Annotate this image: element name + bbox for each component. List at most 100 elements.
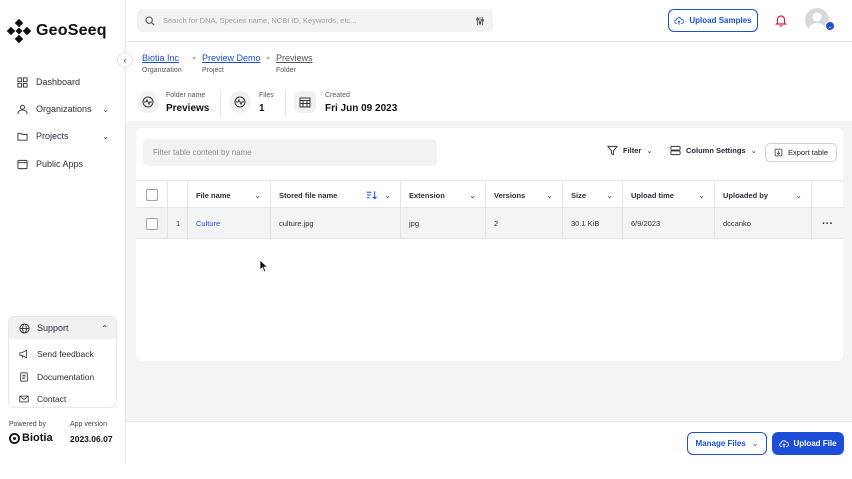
chevron-down-icon: ⌄ xyxy=(750,146,757,155)
files-label: Files xyxy=(259,92,274,99)
send-feedback-link[interactable]: Send feedback xyxy=(19,346,94,362)
folder-name-label: Folder name xyxy=(166,92,206,99)
documentation-label: Documentation xyxy=(37,372,95,382)
column-header-label: Extension xyxy=(409,190,445,200)
bell-icon[interactable] xyxy=(774,13,788,27)
chevron-down-icon[interactable]: ⌄ xyxy=(254,191,261,200)
column-header-versions[interactable]: Versions ⌄ xyxy=(486,181,563,209)
extension-cell: jpg xyxy=(401,208,486,239)
footer-actions-bar: Manage Files ⌄ Upload File xyxy=(126,421,852,463)
chevron-down-icon[interactable]: ⌄ xyxy=(606,191,613,200)
top-bar: Upload Samples ⌄ xyxy=(126,0,852,42)
search-bar[interactable] xyxy=(137,9,493,32)
sidebar-item-organizations[interactable]: Organizations ⌄ xyxy=(17,100,113,118)
biotia-brand-text: Biotia xyxy=(22,432,53,444)
column-header-label: Versions xyxy=(494,190,526,200)
send-feedback-label: Send feedback xyxy=(37,349,94,359)
upload-file-button[interactable]: Upload File xyxy=(772,432,844,455)
pulse-icon xyxy=(142,96,154,108)
sliders-icon[interactable] xyxy=(475,16,485,26)
powered-by-label: Powered by xyxy=(9,421,46,428)
column-header-upload-time[interactable]: Upload time ⌄ xyxy=(623,181,715,209)
sidebar-item-label: Projects xyxy=(36,131,69,141)
upload-samples-button[interactable]: Upload Samples xyxy=(668,9,758,32)
column-header-label: Upload time xyxy=(631,190,674,200)
uploaded-by-cell: dccanko xyxy=(715,208,812,239)
select-all-checkbox[interactable] xyxy=(145,189,158,201)
support-toggle[interactable]: Support ⌃ xyxy=(9,317,116,339)
breadcrumb-separator: ● xyxy=(266,55,271,62)
breadcrumb-organization-type: Organization xyxy=(142,67,182,74)
chevron-down-icon[interactable]: ⌄ xyxy=(546,191,553,200)
table-row[interactable]: 1 Culture culture.jpg jpg 2 30.1 KiB 6/9… xyxy=(136,208,843,239)
manage-files-button[interactable]: Manage Files ⌄ xyxy=(687,432,767,455)
chevron-down-icon[interactable]: ⌄ xyxy=(795,191,802,200)
breadcrumb-project-type: Project xyxy=(202,67,224,74)
geoseeq-logo-icon[interactable] xyxy=(7,19,31,43)
export-table-label: Export table xyxy=(787,148,829,157)
column-header-stored-file-name[interactable]: Stored file name ⌄ xyxy=(271,181,401,209)
chevron-down-icon: ⌄ xyxy=(646,146,653,155)
versions-cell: 2 xyxy=(486,208,563,239)
chevron-up-icon: ⌃ xyxy=(101,323,108,333)
breadcrumb-folder[interactable]: Previews xyxy=(276,53,313,63)
sidebar-item-dashboard[interactable]: Dashboard xyxy=(17,73,113,91)
documentation-link[interactable]: Documentation xyxy=(19,369,94,385)
file-name-link[interactable]: Culture xyxy=(196,219,220,228)
chevron-down-icon[interactable]: ⌄ xyxy=(384,191,391,200)
collapse-sidebar-button[interactable]: ‹ xyxy=(117,52,133,68)
upload-time-cell: 6/9/2023 xyxy=(623,208,715,239)
export-table-button[interactable]: Export table xyxy=(765,143,837,162)
filter-button[interactable]: Filter ⌄ xyxy=(607,145,653,156)
biotia-logo: Biotia xyxy=(9,432,53,444)
sort-descending-icon[interactable] xyxy=(366,190,377,200)
app-name[interactable]: GeoSeeq xyxy=(36,22,107,40)
column-header-label: Uploaded by xyxy=(723,190,769,200)
content-area: Filter ⌄ Column Settings ⌄ Export table … xyxy=(126,121,852,421)
sidebar-item-projects[interactable]: Projects ⌄ xyxy=(17,127,113,145)
files-table-card: Filter ⌄ Column Settings ⌄ Export table … xyxy=(136,128,843,361)
sidebar-item-label: Public Apps xyxy=(36,159,84,169)
apps-icon xyxy=(17,159,28,169)
search-input[interactable] xyxy=(163,16,475,25)
created-value: Fri Jun 09 2023 xyxy=(325,103,398,114)
chevron-left-icon: ‹ xyxy=(123,55,127,65)
funnel-icon xyxy=(607,145,618,156)
pulse-icon xyxy=(234,96,246,108)
account-menu-chevron[interactable]: ⌄ xyxy=(825,21,835,31)
stored-file-name-cell: culture.jpg xyxy=(271,208,401,239)
breadcrumb-folder-type: Folder xyxy=(276,67,296,74)
document-icon xyxy=(20,372,28,382)
organization-icon xyxy=(17,104,28,114)
row-checkbox[interactable] xyxy=(145,217,158,230)
column-header-file-name[interactable]: File name ⌄ xyxy=(188,181,271,209)
cloud-upload-icon xyxy=(779,439,790,448)
column-header-uploaded-by[interactable]: Uploaded by ⌄ xyxy=(715,181,812,209)
chevron-down-icon[interactable]: ⌄ xyxy=(469,191,476,200)
mail-icon xyxy=(19,395,29,403)
megaphone-icon xyxy=(19,349,27,359)
created-icon-wrap xyxy=(294,91,316,113)
created-label: Created xyxy=(325,92,350,99)
table-header: File name ⌄ Stored file name ⌄ Extension… xyxy=(136,180,843,209)
sidebar: GeoSeeq Dashboard Organizations ⌄ Projec… xyxy=(0,0,126,463)
row-select-cell xyxy=(136,208,168,239)
contact-label: Contact xyxy=(37,394,67,404)
chevron-down-icon: ⌄ xyxy=(102,104,109,114)
column-header-extension[interactable]: Extension ⌄ xyxy=(401,181,486,209)
files-icon-wrap xyxy=(229,91,251,113)
files-value: 1 xyxy=(259,103,265,114)
breadcrumb-organization[interactable]: Biotia Inc xyxy=(142,53,179,63)
breadcrumb-project[interactable]: Preview Demo xyxy=(202,53,261,63)
column-settings-button[interactable]: Column Settings ⌄ xyxy=(670,145,757,156)
chevron-down-icon: ⌄ xyxy=(751,439,759,448)
column-header-size[interactable]: Size ⌄ xyxy=(563,181,623,209)
chevron-down-icon[interactable]: ⌄ xyxy=(698,191,705,200)
contact-link[interactable]: Contact xyxy=(19,391,66,407)
sidebar-item-public-apps[interactable]: Public Apps xyxy=(17,155,113,173)
row-actions-menu[interactable]: ··· xyxy=(812,208,843,239)
breadcrumb-separator: ● xyxy=(192,55,197,62)
file-name-cell: Culture xyxy=(188,208,271,239)
sidebar-item-label: Organizations xyxy=(36,104,92,114)
table-filter-input[interactable] xyxy=(143,139,437,166)
